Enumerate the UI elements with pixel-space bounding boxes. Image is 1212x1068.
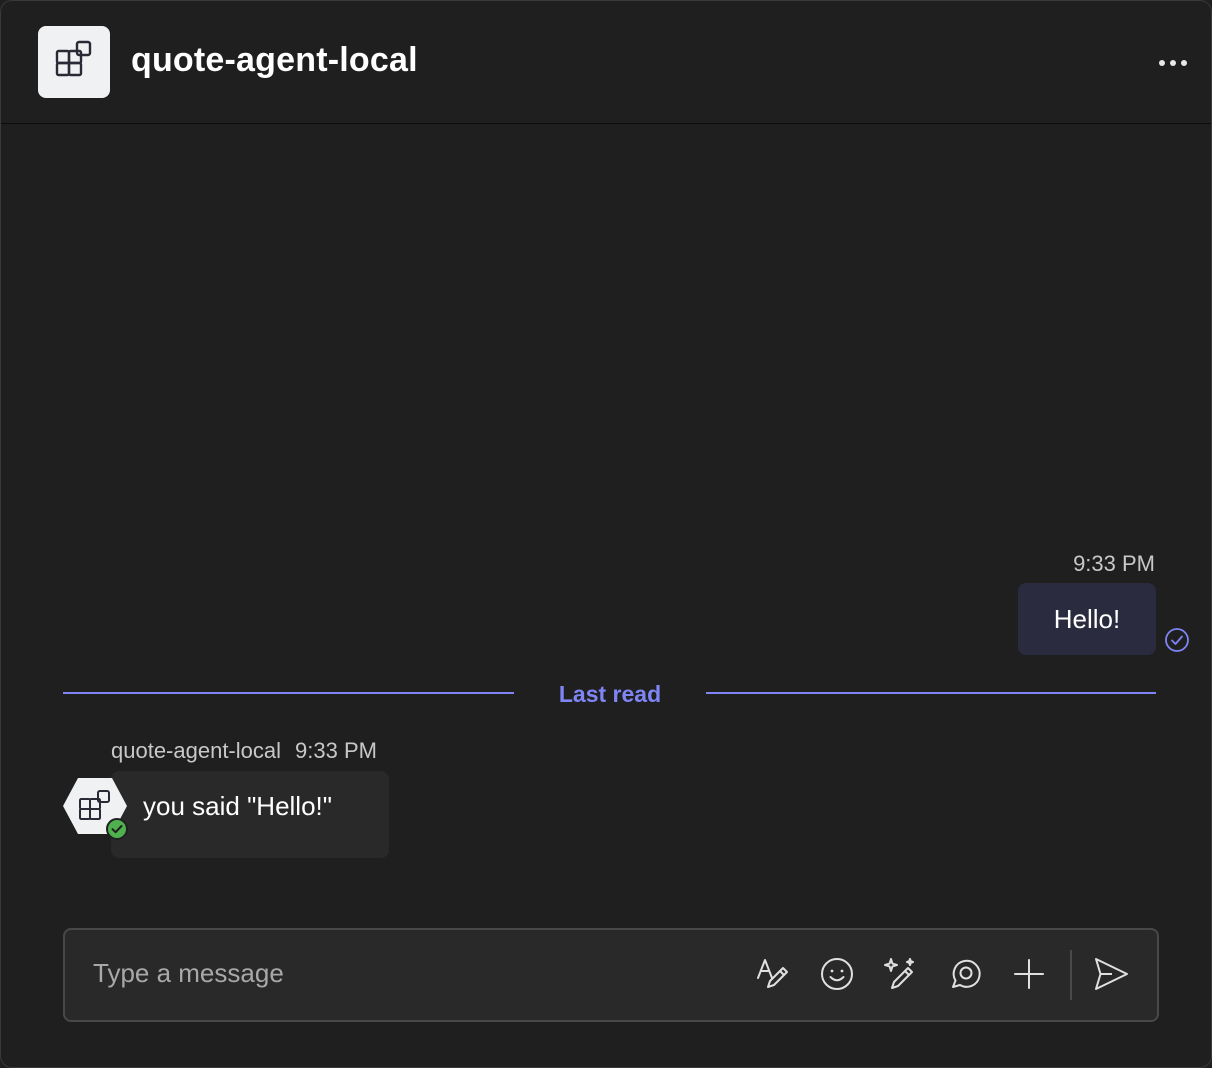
add-icon <box>1011 956 1047 997</box>
app-avatar[interactable] <box>38 26 110 98</box>
incoming-message-text: you said "Hello!" <box>143 791 332 821</box>
more-horizontal-icon <box>1158 54 1188 72</box>
send-icon <box>1092 955 1130 998</box>
available-check-icon <box>106 818 128 840</box>
message-list[interactable]: 9:33 PM Hello! Last read quote-agent-loc… <box>1 124 1211 1067</box>
outgoing-message-time: 9:33 PM <box>1073 551 1155 576</box>
send-button[interactable] <box>1089 954 1133 998</box>
copilot-icon <box>883 956 919 997</box>
more-options-button[interactable] <box>1153 49 1193 77</box>
message-composer <box>63 928 1159 1022</box>
incoming-sender-name[interactable]: quote-agent-local <box>111 738 281 763</box>
emoji-icon <box>819 956 855 997</box>
incoming-message-meta: quote-agent-local 9:33 PM <box>111 738 377 764</box>
loop-icon <box>947 956 983 997</box>
read-check-icon <box>1164 627 1190 653</box>
emoji-button[interactable] <box>815 954 859 998</box>
toolbar-divider <box>1070 950 1072 1000</box>
incoming-message-bubble[interactable]: you said "Hello!" <box>111 771 389 858</box>
last-read-line-right <box>706 692 1156 694</box>
chat-window: quote-agent-local 9:33 PM Hello! Last re… <box>0 0 1212 1068</box>
format-button[interactable] <box>751 954 795 998</box>
message-input[interactable] <box>91 954 695 992</box>
incoming-message-time: 9:33 PM <box>295 738 377 763</box>
add-button[interactable] <box>1007 954 1051 998</box>
last-read-label: Last read <box>558 681 662 707</box>
apps-icon <box>54 40 94 85</box>
last-read-line-left <box>63 692 514 694</box>
copilot-button[interactable] <box>879 954 923 998</box>
chat-title: quote-agent-local <box>131 41 418 79</box>
format-icon <box>755 956 791 997</box>
outgoing-message-bubble[interactable]: Hello! <box>1018 583 1156 655</box>
loop-button[interactable] <box>943 954 987 998</box>
chat-header: quote-agent-local <box>1 1 1211 124</box>
outgoing-message-text: Hello! <box>1053 603 1121 634</box>
